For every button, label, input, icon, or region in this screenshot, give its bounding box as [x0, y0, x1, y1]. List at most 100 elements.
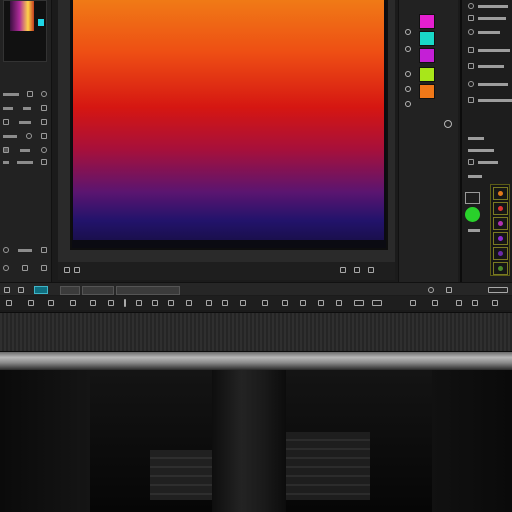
- color-swatch[interactable]: [419, 84, 435, 99]
- left-panel-row[interactable]: [3, 118, 47, 126]
- settings-icon[interactable]: [41, 105, 47, 111]
- swatch-toggle-icon[interactable]: [405, 71, 411, 77]
- lock-icon[interactable]: [468, 15, 474, 21]
- zoom-icon[interactable]: [70, 300, 76, 306]
- left-panel-row[interactable]: [3, 146, 47, 154]
- active-tool-button[interactable]: [34, 286, 48, 294]
- layer-thumbnail[interactable]: [493, 262, 508, 275]
- fit-icon[interactable]: [456, 300, 462, 306]
- blur-icon[interactable]: [336, 300, 342, 306]
- color-chip[interactable]: [38, 19, 44, 26]
- fill-icon[interactable]: [262, 300, 268, 306]
- property-row[interactable]: [468, 146, 512, 154]
- layer-thumbnail[interactable]: [493, 187, 508, 200]
- add-icon[interactable]: [3, 247, 9, 253]
- layers-icon[interactable]: [3, 147, 9, 153]
- settings-icon[interactable]: [492, 300, 498, 306]
- pen-icon[interactable]: [240, 300, 246, 306]
- fullscreen-icon[interactable]: [472, 300, 478, 306]
- color-swatch[interactable]: [419, 67, 435, 82]
- property-row[interactable]: [468, 172, 512, 180]
- settings-icon[interactable]: [468, 97, 474, 103]
- color-swatch[interactable]: [419, 48, 435, 63]
- clone-icon[interactable]: [318, 300, 324, 306]
- active-color-dot[interactable]: [465, 207, 480, 222]
- left-panel-row[interactable]: [3, 104, 47, 112]
- layer-thumbnail[interactable]: [493, 202, 508, 215]
- toolbar-field[interactable]: [488, 287, 508, 293]
- layers-icon[interactable]: [22, 265, 28, 271]
- eyedropper-icon[interactable]: [300, 300, 306, 306]
- property-row[interactable]: [468, 14, 512, 22]
- settings-icon[interactable]: [444, 120, 452, 128]
- eye-icon[interactable]: [3, 265, 9, 271]
- property-row[interactable]: [468, 158, 512, 166]
- lasso-icon[interactable]: [168, 300, 174, 306]
- property-row[interactable]: [468, 62, 512, 70]
- info-icon[interactable]: [64, 267, 70, 273]
- layers-icon[interactable]: [354, 300, 364, 306]
- eye-icon[interactable]: [468, 159, 474, 165]
- swatch-toggle-icon[interactable]: [405, 86, 411, 92]
- crop-icon[interactable]: [48, 300, 54, 306]
- property-row[interactable]: [468, 134, 512, 142]
- move-icon[interactable]: [186, 300, 192, 306]
- grid-icon[interactable]: [372, 300, 382, 306]
- delete-icon[interactable]: [41, 247, 47, 253]
- property-row[interactable]: [468, 28, 512, 36]
- left-panel-row[interactable]: [3, 90, 47, 98]
- link-icon[interactable]: [468, 47, 474, 53]
- eraser-icon[interactable]: [28, 300, 34, 306]
- link-icon[interactable]: [428, 287, 434, 293]
- settings-icon[interactable]: [41, 159, 47, 165]
- layer-thumbnail[interactable]: [493, 232, 508, 245]
- hand-icon[interactable]: [90, 300, 96, 306]
- image-thumbnail[interactable]: [3, 0, 47, 62]
- layers-icon[interactable]: [27, 91, 33, 97]
- eye-icon[interactable]: [468, 81, 474, 87]
- eye-icon[interactable]: [41, 91, 47, 97]
- fit-icon[interactable]: [354, 267, 360, 273]
- eye-icon[interactable]: [468, 3, 474, 9]
- color-preview-box[interactable]: [465, 192, 480, 204]
- swatch-toggle-icon[interactable]: [405, 46, 411, 52]
- layers-icon[interactable]: [468, 63, 474, 69]
- layer-thumbnail[interactable]: [493, 247, 508, 260]
- text-icon[interactable]: [206, 300, 212, 306]
- play-icon[interactable]: [18, 287, 24, 293]
- timeline-strip[interactable]: [0, 312, 512, 352]
- left-panel-row[interactable]: [3, 246, 47, 254]
- zoom-in-icon[interactable]: [432, 300, 438, 306]
- trash-icon[interactable]: [41, 133, 47, 139]
- undo-icon[interactable]: [108, 300, 114, 306]
- swatch-toggle-icon[interactable]: [405, 101, 411, 107]
- chevron-down-icon[interactable]: [446, 287, 452, 293]
- property-row[interactable]: [468, 96, 512, 104]
- lock-icon[interactable]: [41, 265, 47, 271]
- redo-icon[interactable]: [136, 300, 142, 306]
- property-row[interactable]: [468, 2, 512, 10]
- gradient-icon[interactable]: [282, 300, 288, 306]
- eye-icon[interactable]: [26, 133, 32, 139]
- toolbar-field[interactable]: [60, 286, 80, 295]
- eye-icon[interactable]: [41, 147, 47, 153]
- lock-icon[interactable]: [3, 119, 9, 125]
- color-swatch[interactable]: [419, 14, 435, 29]
- toolbar-field[interactable]: [82, 286, 114, 295]
- swatch-toggle-icon[interactable]: [405, 29, 411, 35]
- canvas-gradient-image[interactable]: [73, 0, 384, 240]
- layer-thumbnail[interactable]: [493, 217, 508, 230]
- color-swatch[interactable]: [419, 31, 435, 46]
- expand-icon[interactable]: [368, 267, 374, 273]
- eye-icon[interactable]: [468, 29, 474, 35]
- menu-icon[interactable]: [4, 287, 10, 293]
- property-row[interactable]: [468, 80, 512, 88]
- shape-icon[interactable]: [222, 300, 228, 306]
- select-icon[interactable]: [152, 300, 158, 306]
- left-panel-row[interactable]: [3, 158, 47, 166]
- grid-icon[interactable]: [74, 267, 80, 273]
- link-icon[interactable]: [41, 119, 47, 125]
- zoom-icon[interactable]: [340, 267, 346, 273]
- left-panel-row[interactable]: [3, 264, 47, 272]
- zoom-out-icon[interactable]: [410, 300, 416, 306]
